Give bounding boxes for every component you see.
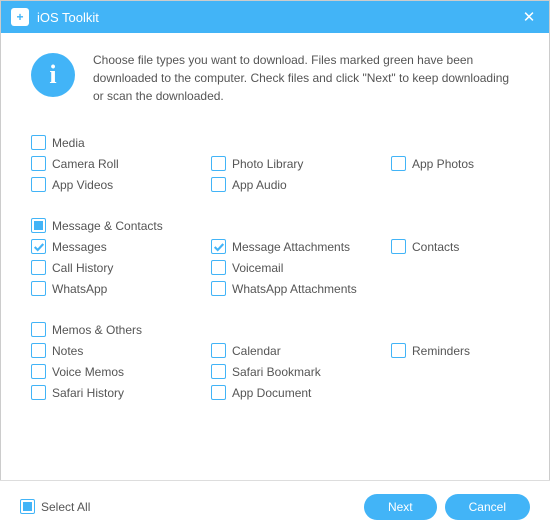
info-row: i Choose file types you want to download… <box>31 51 519 105</box>
chk-label: Messages <box>52 240 107 254</box>
chk-label: Contacts <box>412 240 459 254</box>
chk-reminders[interactable]: Reminders <box>391 343 511 358</box>
group-media-header[interactable]: Media <box>31 135 211 150</box>
checkbox-icon[interactable] <box>31 343 46 358</box>
checkbox-icon[interactable] <box>31 385 46 400</box>
checkbox-icon[interactable] <box>31 281 46 296</box>
checkbox-icon[interactable] <box>31 156 46 171</box>
chk-call-history[interactable]: Call History <box>31 260 211 275</box>
chk-calendar[interactable]: Calendar <box>211 343 391 358</box>
chk-label: Voice Memos <box>52 365 124 379</box>
chk-message-attachments[interactable]: Message Attachments <box>211 239 391 254</box>
chk-label: Call History <box>52 261 113 275</box>
chk-whatsapp[interactable]: WhatsApp <box>31 281 211 296</box>
chk-label: Voicemail <box>232 261 283 275</box>
checkbox-icon[interactable] <box>211 364 226 379</box>
checkbox-icon[interactable] <box>31 177 46 192</box>
chk-label: Safari History <box>52 386 124 400</box>
chk-camera-roll[interactable]: Camera Roll <box>31 156 211 171</box>
chk-safari-bookmark[interactable]: Safari Bookmark <box>211 364 391 379</box>
footer: Select All Next Cancel <box>0 480 550 532</box>
chk-label: WhatsApp <box>52 282 107 296</box>
chk-label: Message Attachments <box>232 240 350 254</box>
app-icon <box>11 8 29 26</box>
checkbox-icon[interactable] <box>211 260 226 275</box>
checkbox-icon[interactable] <box>31 135 46 150</box>
chk-label: App Photos <box>412 157 474 171</box>
chk-label: App Document <box>232 386 311 400</box>
chk-label: Reminders <box>412 344 470 358</box>
checkbox-icon[interactable] <box>211 385 226 400</box>
select-all[interactable]: Select All <box>20 499 90 514</box>
content-panel: i Choose file types you want to download… <box>1 33 549 410</box>
checkbox-icon[interactable] <box>31 260 46 275</box>
window-title: iOS Toolkit <box>37 10 519 25</box>
chk-notes[interactable]: Notes <box>31 343 211 358</box>
checkbox-icon[interactable] <box>211 177 226 192</box>
file-types-grid: Media Camera Roll Photo Library App Phot… <box>31 135 519 400</box>
chk-app-document[interactable]: App Document <box>211 385 391 400</box>
chk-label: Camera Roll <box>52 157 119 171</box>
checkbox-icon[interactable] <box>391 343 406 358</box>
group-label: Memos & Others <box>52 323 142 337</box>
chk-photo-library[interactable]: Photo Library <box>211 156 391 171</box>
info-text: Choose file types you want to download. … <box>93 51 519 105</box>
checkbox-icon[interactable] <box>31 322 46 337</box>
group-memos-header[interactable]: Memos & Others <box>31 322 211 337</box>
chk-label: App Videos <box>52 178 113 192</box>
cancel-button[interactable]: Cancel <box>445 494 530 520</box>
chk-messages[interactable]: Messages <box>31 239 211 254</box>
chk-label: Calendar <box>232 344 281 358</box>
checkbox-icon[interactable] <box>211 281 226 296</box>
chk-voicemail[interactable]: Voicemail <box>211 260 391 275</box>
next-button[interactable]: Next <box>364 494 437 520</box>
chk-app-videos[interactable]: App Videos <box>31 177 211 192</box>
group-label: Media <box>52 136 85 150</box>
chk-app-photos[interactable]: App Photos <box>391 156 511 171</box>
chk-label: App Audio <box>232 178 287 192</box>
checkbox-checked-icon[interactable] <box>31 239 46 254</box>
checkbox-indeterminate-icon[interactable] <box>20 499 35 514</box>
chk-whatsapp-attachments[interactable]: WhatsApp Attachments <box>211 281 391 296</box>
chk-label: WhatsApp Attachments <box>232 282 357 296</box>
checkbox-indeterminate-icon[interactable] <box>31 218 46 233</box>
chk-label: Photo Library <box>232 157 303 171</box>
checkbox-icon[interactable] <box>211 156 226 171</box>
select-all-label: Select All <box>41 500 90 514</box>
checkbox-icon[interactable] <box>31 364 46 379</box>
checkbox-checked-icon[interactable] <box>211 239 226 254</box>
chk-label: Safari Bookmark <box>232 365 321 379</box>
chk-contacts[interactable]: Contacts <box>391 239 511 254</box>
chk-label: Notes <box>52 344 83 358</box>
chk-voice-memos[interactable]: Voice Memos <box>31 364 211 379</box>
titlebar: iOS Toolkit ✕ <box>1 1 549 33</box>
checkbox-icon[interactable] <box>391 156 406 171</box>
chk-safari-history[interactable]: Safari History <box>31 385 211 400</box>
chk-app-audio[interactable]: App Audio <box>211 177 391 192</box>
group-label: Message & Contacts <box>52 219 163 233</box>
group-messages-header[interactable]: Message & Contacts <box>31 218 211 233</box>
checkbox-icon[interactable] <box>211 343 226 358</box>
checkbox-icon[interactable] <box>391 239 406 254</box>
info-icon: i <box>31 53 75 97</box>
close-icon[interactable]: ✕ <box>519 8 539 26</box>
